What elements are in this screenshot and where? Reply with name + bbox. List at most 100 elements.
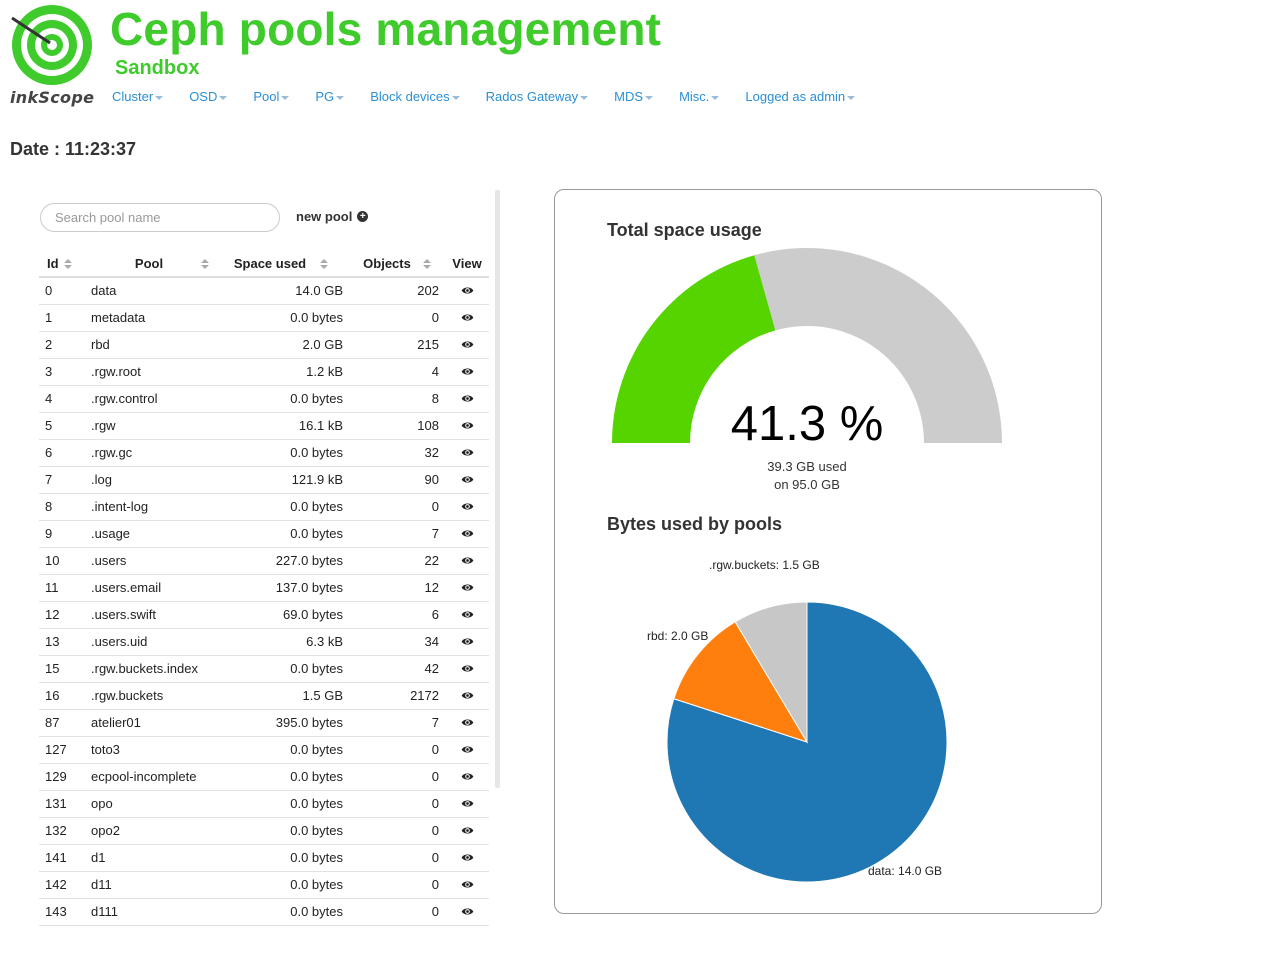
nav-rados-gateway[interactable]: Rados Gateway <box>486 89 589 104</box>
nav-pool[interactable]: Pool <box>253 89 290 104</box>
table-row: 7 .log 121.9 kB 90 <box>39 466 489 494</box>
sort-icon <box>320 259 329 270</box>
cell-pool-name: .rgw.buckets <box>85 682 213 710</box>
table-row: 16 .rgw.buckets 1.5 GB 2172 <box>39 682 489 710</box>
pie-label-data: data: 14.0 GB <box>868 864 943 878</box>
cell-id: 2 <box>39 331 85 359</box>
cell-objects: 0 <box>349 790 445 818</box>
cell-id: 8 <box>39 493 85 521</box>
cell-pool-name: rbd <box>85 331 213 359</box>
nav-osd[interactable]: OSD <box>189 89 228 104</box>
plus-circle-icon: + <box>357 211 369 222</box>
table-row: 13 .users.uid 6.3 kB 34 <box>39 628 489 656</box>
search-pool-input[interactable] <box>40 203 280 232</box>
eye-icon[interactable] <box>461 637 474 646</box>
cell-objects: 0 <box>349 493 445 521</box>
eye-icon[interactable] <box>461 313 474 322</box>
cell-objects: 0 <box>349 763 445 791</box>
eye-icon[interactable] <box>461 583 474 592</box>
cell-view <box>445 439 489 467</box>
cell-pool-name: opo2 <box>85 817 213 845</box>
column-header-id[interactable]: Id <box>39 250 85 278</box>
nav-user-menu[interactable]: Logged as admin <box>745 89 856 104</box>
cell-space-used: 2.0 GB <box>213 331 349 359</box>
eye-icon[interactable] <box>461 880 474 889</box>
eye-icon[interactable] <box>461 475 474 484</box>
column-header-pool[interactable]: Pool <box>85 250 213 278</box>
table-row: 143 d111 0.0 bytes 0 <box>39 898 489 926</box>
cell-id: 127 <box>39 736 85 764</box>
new-pool-button[interactable]: new pool + <box>296 209 369 224</box>
cell-pool-name: d11 <box>85 871 213 899</box>
main-navbar: Cluster OSD Pool PG Block devices Rados … <box>112 89 881 104</box>
table-row: 10 .users 227.0 bytes 22 <box>39 547 489 575</box>
table-row: 87 atelier01 395.0 bytes 7 <box>39 709 489 737</box>
table-row: 3 .rgw.root 1.2 kB 4 <box>39 358 489 386</box>
eye-icon[interactable] <box>461 340 474 349</box>
eye-icon[interactable] <box>461 799 474 808</box>
eye-icon[interactable] <box>461 502 474 511</box>
eye-icon[interactable] <box>461 907 474 916</box>
cell-space-used: 0.0 bytes <box>213 439 349 467</box>
scrollbar[interactable] <box>495 190 500 788</box>
table-row: 0 data 14.0 GB 202 <box>39 277 489 305</box>
cell-objects: 108 <box>349 412 445 440</box>
nav-label: PG <box>315 89 335 104</box>
eye-icon[interactable] <box>461 610 474 619</box>
eye-icon[interactable] <box>461 448 474 457</box>
cell-view <box>445 304 489 332</box>
nav-cluster[interactable]: Cluster <box>112 89 164 104</box>
cell-view <box>445 709 489 737</box>
eye-icon[interactable] <box>461 421 474 430</box>
cell-objects: 22 <box>349 547 445 575</box>
nav-block-devices[interactable]: Block devices <box>370 89 460 104</box>
cell-objects: 12 <box>349 574 445 602</box>
cell-id: 129 <box>39 763 85 791</box>
eye-icon[interactable] <box>461 529 474 538</box>
eye-icon[interactable] <box>461 745 474 754</box>
eye-icon[interactable] <box>461 367 474 376</box>
cell-objects: 0 <box>349 817 445 845</box>
pie-label-rbd: rbd: 2.0 GB <box>647 629 709 643</box>
cell-space-used: 0.0 bytes <box>213 871 349 899</box>
cell-space-used: 6.3 kB <box>213 628 349 656</box>
page-subtitle: Sandbox <box>115 57 200 79</box>
eye-icon[interactable] <box>461 718 474 727</box>
nav-mds[interactable]: MDS <box>614 89 654 104</box>
table-row: 8 .intent-log 0.0 bytes 0 <box>39 493 489 521</box>
table-row: 1 metadata 0.0 bytes 0 <box>39 304 489 332</box>
cell-view <box>445 817 489 845</box>
logo-text: inkScope <box>10 88 95 107</box>
cell-objects: 6 <box>349 601 445 629</box>
caret-down-icon <box>847 95 856 100</box>
cell-view <box>445 466 489 494</box>
cell-id: 132 <box>39 817 85 845</box>
column-label: Space used <box>233 255 307 271</box>
table-row: 141 d1 0.0 bytes 0 <box>39 844 489 872</box>
cell-id: 87 <box>39 709 85 737</box>
eye-icon[interactable] <box>461 286 474 295</box>
cell-view <box>445 682 489 710</box>
eye-icon[interactable] <box>461 772 474 781</box>
eye-icon[interactable] <box>461 394 474 403</box>
cell-pool-name: toto3 <box>85 736 213 764</box>
eye-icon[interactable] <box>461 691 474 700</box>
table-row: 2 rbd 2.0 GB 215 <box>39 331 489 359</box>
cell-pool-name: .users.swift <box>85 601 213 629</box>
eye-icon[interactable] <box>461 664 474 673</box>
nav-pg[interactable]: PG <box>315 89 345 104</box>
table-row: 11 .users.email 137.0 bytes 12 <box>39 574 489 602</box>
cell-objects: 215 <box>349 331 445 359</box>
column-header-objects[interactable]: Objects <box>349 250 445 278</box>
cell-view <box>445 547 489 575</box>
cell-id: 3 <box>39 358 85 386</box>
cell-space-used: 0.0 bytes <box>213 385 349 413</box>
cell-space-used: 0.0 bytes <box>213 304 349 332</box>
nav-misc[interactable]: Misc. <box>679 89 720 104</box>
cell-id: 16 <box>39 682 85 710</box>
eye-icon[interactable] <box>461 826 474 835</box>
column-header-space-used[interactable]: Space used <box>213 250 349 278</box>
eye-icon[interactable] <box>461 853 474 862</box>
eye-icon[interactable] <box>461 556 474 565</box>
cell-space-used: 0.0 bytes <box>213 763 349 791</box>
